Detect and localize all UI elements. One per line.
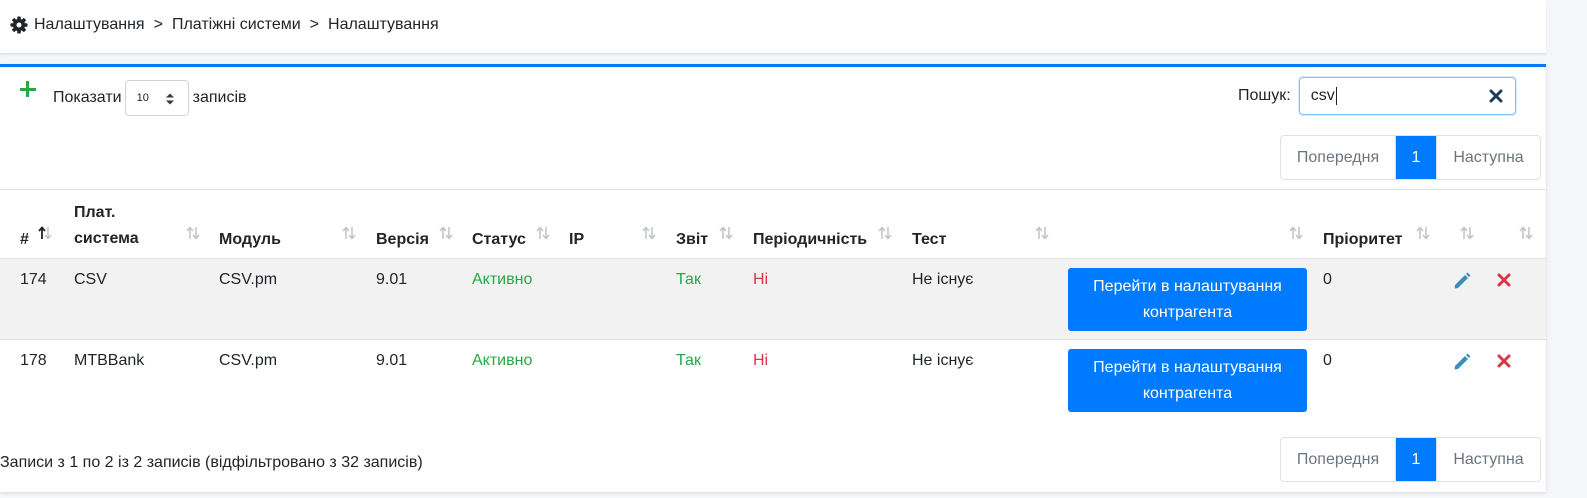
page-1-button[interactable]: 1 bbox=[1396, 438, 1436, 481]
breadcrumb-item-settings[interactable]: Налаштування bbox=[34, 16, 145, 34]
breadcrumb: Налаштування > Платіжні системи > Налашт… bbox=[10, 16, 439, 34]
counterparty-settings-label: Перейти в налаштування контрагента bbox=[1093, 277, 1282, 321]
breadcrumb-card: Налаштування > Платіжні системи > Налашт… bbox=[0, 0, 1546, 54]
sort-icon[interactable] bbox=[1414, 226, 1432, 240]
cell-priority: 0 bbox=[1323, 271, 1332, 288]
delete-x-icon[interactable] bbox=[1497, 273, 1511, 287]
search-label: Пошук: bbox=[1238, 87, 1291, 104]
cell-system: MTBBank bbox=[74, 352, 145, 369]
cell-priority: 0 bbox=[1323, 352, 1332, 369]
add-plus-icon[interactable] bbox=[18, 79, 38, 99]
table-row: 178 MTBBank CSV.pm 9.01 Активно Так Ні Н… bbox=[0, 340, 1546, 420]
next-page-button[interactable]: Наступна bbox=[1436, 136, 1540, 179]
sort-asc-icon[interactable] bbox=[36, 226, 54, 240]
table-header: # Плат. система Модуль Версія Статус IP З… bbox=[0, 189, 1546, 260]
sort-icon[interactable] bbox=[876, 226, 894, 240]
sort-icon[interactable] bbox=[437, 226, 455, 240]
counterparty-settings-label: Перейти в налаштування контрагента bbox=[1093, 358, 1282, 402]
page-length-control: Показати 10 записів bbox=[53, 79, 247, 117]
breadcrumb-item-current: Налаштування bbox=[328, 16, 439, 33]
cell-report: Так bbox=[676, 352, 701, 369]
table-info: Записи з 1 по 2 із 2 записів (відфільтро… bbox=[0, 454, 423, 471]
text-caret bbox=[1335, 87, 1337, 105]
show-label: Показати bbox=[53, 89, 122, 106]
cell-version: 9.01 bbox=[376, 271, 408, 288]
pagination-top: Попередня 1 Наступна bbox=[1280, 135, 1541, 180]
column-header-version[interactable]: Версія bbox=[376, 227, 429, 252]
cell-test: Не існує bbox=[912, 352, 974, 369]
column-header-id[interactable]: # bbox=[20, 227, 29, 252]
search-control: Пошук: csv bbox=[1238, 77, 1516, 115]
previous-page-button[interactable]: Попередня bbox=[1281, 438, 1396, 481]
column-header-test[interactable]: Тест bbox=[912, 227, 946, 252]
cell-id: 178 bbox=[20, 352, 47, 369]
cell-test: Не існує bbox=[912, 271, 974, 288]
gear-icon bbox=[10, 16, 28, 34]
pencil-icon[interactable] bbox=[1452, 352, 1472, 372]
cell-id: 174 bbox=[20, 271, 47, 288]
counterparty-settings-button[interactable]: Перейти в налаштування контрагента bbox=[1068, 268, 1307, 331]
breadcrumb-separator: > bbox=[153, 16, 163, 33]
sort-icon[interactable] bbox=[1517, 226, 1535, 240]
next-page-button[interactable]: Наступна bbox=[1436, 438, 1540, 481]
breadcrumb-separator: > bbox=[309, 16, 320, 33]
search-value: csv bbox=[1310, 87, 1335, 104]
cell-periodicity: Ні bbox=[753, 352, 769, 369]
page-length-select[interactable]: 10 bbox=[124, 80, 189, 116]
column-header-module[interactable]: Модуль bbox=[219, 227, 281, 252]
cell-module: CSV.pm bbox=[219, 271, 278, 288]
select-arrows-icon bbox=[165, 93, 174, 105]
search-input[interactable]: csv bbox=[1298, 77, 1516, 115]
table-row: 174 CSV CSV.pm 9.01 Активно Так Ні Не іс… bbox=[0, 259, 1546, 340]
page-length-value: 10 bbox=[136, 92, 149, 104]
clear-search-icon[interactable] bbox=[1489, 89, 1503, 103]
breadcrumb-item-payment-systems[interactable]: Платіжні системи bbox=[172, 16, 301, 34]
cell-periodicity: Ні bbox=[753, 271, 769, 288]
sort-icon[interactable] bbox=[1458, 226, 1476, 240]
sort-icon[interactable] bbox=[1287, 226, 1305, 240]
cell-version: 9.01 bbox=[376, 352, 408, 369]
column-header-periodicity[interactable]: Періодичність bbox=[753, 227, 867, 252]
delete-x-icon[interactable] bbox=[1497, 354, 1511, 368]
sort-icon[interactable] bbox=[1033, 226, 1051, 240]
column-header-system[interactable]: Плат. система bbox=[74, 200, 139, 252]
cell-report: Так bbox=[676, 271, 701, 288]
previous-page-button[interactable]: Попередня bbox=[1281, 136, 1396, 179]
entries-label: записів bbox=[192, 89, 247, 106]
pagination-bottom: Попередня 1 Наступна bbox=[1280, 437, 1541, 482]
page-1-button[interactable]: 1 bbox=[1396, 136, 1436, 179]
sort-icon[interactable] bbox=[340, 226, 358, 240]
counterparty-settings-button[interactable]: Перейти в налаштування контрагента bbox=[1068, 349, 1307, 412]
cell-status: Активно bbox=[472, 271, 533, 288]
column-header-ip[interactable]: IP bbox=[569, 227, 584, 252]
sort-icon[interactable] bbox=[534, 226, 552, 240]
cell-system: CSV bbox=[74, 271, 107, 288]
sort-icon[interactable] bbox=[640, 226, 658, 240]
sort-icon[interactable] bbox=[184, 226, 202, 240]
column-header-status[interactable]: Статус bbox=[472, 227, 526, 252]
sort-icon[interactable] bbox=[717, 226, 735, 240]
payment-systems-card: Показати 10 записів Пошук: csv Попередня… bbox=[0, 64, 1546, 492]
cell-module: CSV.pm bbox=[219, 352, 278, 369]
cell-status: Активно bbox=[472, 352, 533, 369]
pencil-icon[interactable] bbox=[1452, 271, 1472, 291]
column-header-report[interactable]: Звіт bbox=[676, 227, 708, 252]
column-header-priority[interactable]: Пріоритет bbox=[1323, 227, 1402, 252]
